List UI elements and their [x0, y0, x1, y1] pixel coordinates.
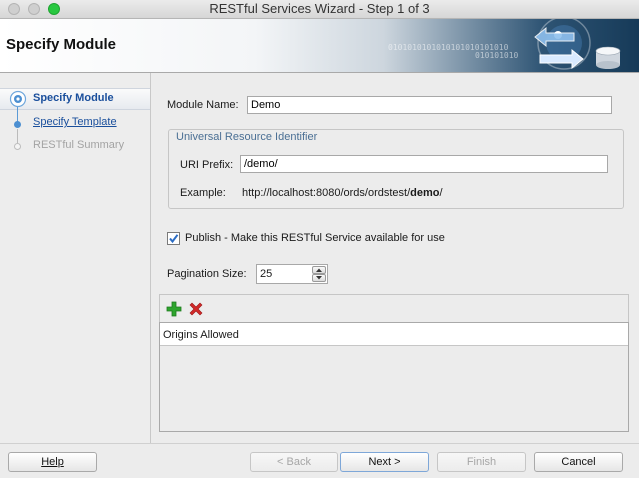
nav-item-specify-module[interactable]: Specify Module	[33, 92, 114, 104]
pagination-size-stepper[interactable]: 25	[256, 264, 328, 284]
page-title: Specify Module	[6, 36, 117, 53]
origins-allowed-column-header[interactable]: Origins Allowed	[160, 323, 628, 346]
finish-button: Finish	[437, 452, 526, 472]
uri-prefix-input[interactable]	[240, 155, 608, 173]
nav-connector	[17, 129, 18, 143]
example-url-module: demo	[410, 187, 440, 199]
nav-item-specify-template[interactable]: Specify Template	[33, 116, 117, 128]
nav-item-restful-summary: RESTful Summary	[33, 139, 125, 151]
origins-table[interactable]: Origins Allowed	[159, 322, 629, 432]
example-url-suffix: /	[439, 187, 443, 199]
window-titlebar: RESTful Services Wizard - Step 1 of 3	[0, 0, 639, 19]
publish-label[interactable]: Publish - Make this RESTful Service avai…	[185, 232, 445, 244]
wizard-steps-nav: Specify Module Specify Template RESTful …	[0, 73, 151, 443]
module-name-label: Module Name:	[167, 99, 239, 111]
uri-prefix-label: URI Prefix:	[180, 159, 234, 171]
step-dot-icon	[14, 143, 21, 150]
module-name-input[interactable]	[247, 96, 612, 114]
next-button[interactable]: Next >	[340, 452, 429, 472]
x-icon[interactable]	[188, 301, 204, 317]
stepper-up-button[interactable]	[312, 266, 326, 274]
plus-icon[interactable]	[166, 301, 182, 317]
publish-checkbox[interactable]	[167, 232, 180, 245]
checkmark-icon	[169, 234, 179, 244]
example-url: http://localhost:8080/ords/ordstest/demo…	[242, 187, 443, 199]
wizard-header: Specify Module 0101010101010101010101010…	[0, 19, 639, 73]
rest-service-logo-icon	[534, 19, 621, 70]
back-button: < Back	[250, 452, 338, 472]
footer-divider	[0, 443, 639, 444]
step-dot-icon	[14, 121, 21, 128]
pagination-size-value[interactable]: 25	[260, 268, 272, 280]
triangle-down-icon	[316, 276, 322, 280]
example-url-prefix: http://localhost:8080/ords/ordstest/	[242, 187, 411, 199]
header-binary-text-2: 010101010	[475, 51, 519, 60]
cancel-button[interactable]: Cancel	[534, 452, 623, 472]
help-button[interactable]: Help	[8, 452, 97, 472]
origins-toolbar	[159, 294, 629, 322]
pagination-size-label: Pagination Size:	[167, 268, 247, 280]
help-button-label: Help	[41, 456, 64, 468]
stepper-down-button[interactable]	[312, 274, 326, 282]
current-step-icon	[9, 90, 27, 108]
window-title: RESTful Services Wizard - Step 1 of 3	[209, 1, 430, 16]
triangle-up-icon	[316, 268, 322, 272]
uri-group-title: Universal Resource Identifier	[173, 131, 321, 143]
example-label: Example:	[180, 187, 226, 199]
